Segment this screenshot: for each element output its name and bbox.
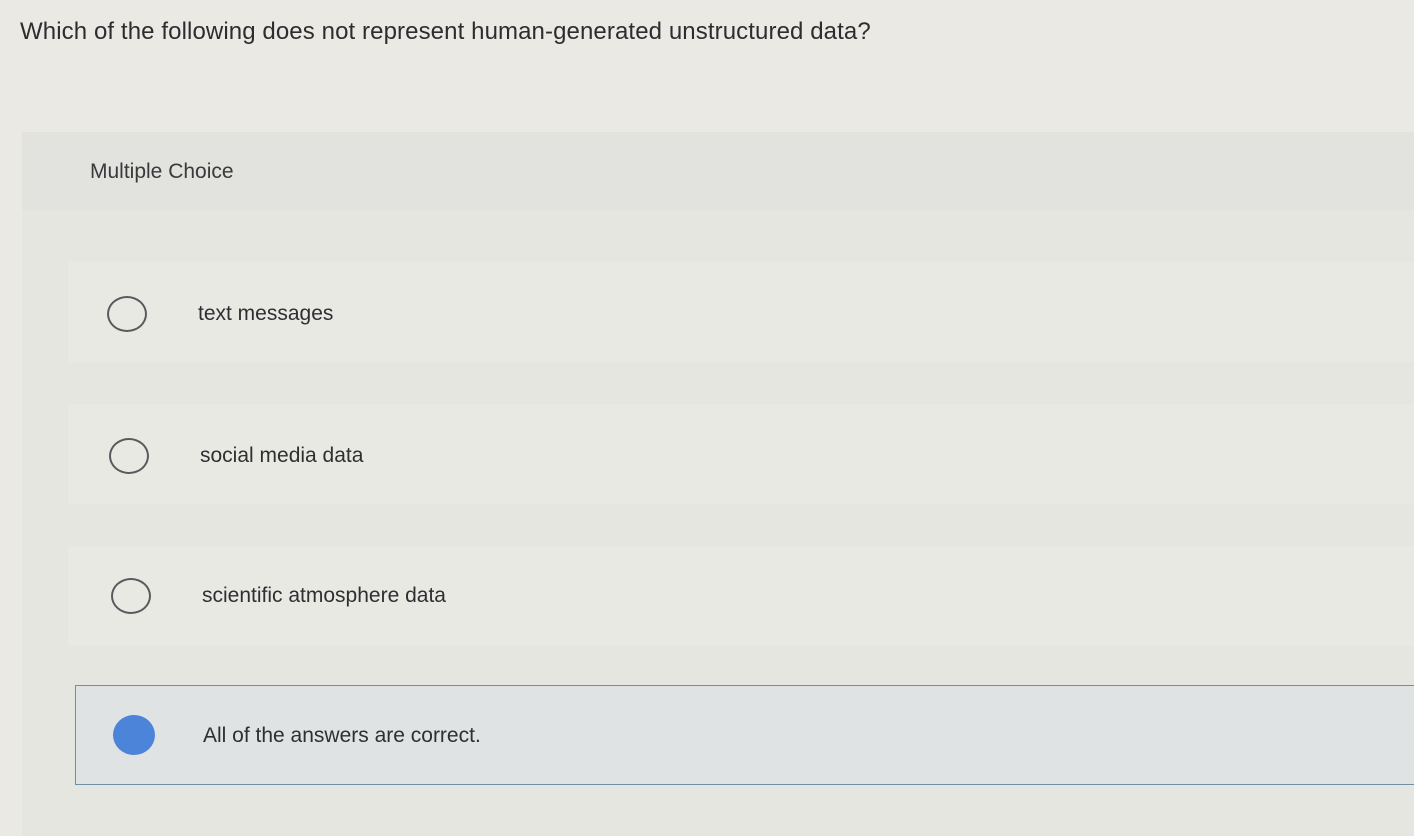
option-text-messages[interactable]: text messages [68, 262, 1414, 362]
radio-button[interactable] [109, 438, 149, 474]
option-all-answers-correct[interactable]: All of the answers are correct. [75, 685, 1414, 785]
multiple-choice-panel: Multiple Choice text messages social med… [22, 132, 1414, 836]
question-text: Which of the following does not represen… [20, 18, 871, 45]
panel-header: Multiple Choice [22, 132, 1414, 210]
radio-button[interactable] [107, 296, 147, 332]
option-social-media-data[interactable]: social media data [68, 404, 1414, 504]
option-label: text messages [198, 302, 334, 325]
option-label: scientific atmosphere data [202, 584, 446, 607]
option-scientific-atmosphere-data[interactable]: scientific atmosphere data [68, 546, 1414, 646]
radio-button[interactable] [111, 578, 151, 614]
radio-button-selected[interactable] [113, 715, 155, 755]
multiple-choice-label: Multiple Choice [90, 160, 234, 183]
option-label: social media data [200, 444, 364, 467]
option-label: All of the answers are correct. [203, 724, 481, 747]
